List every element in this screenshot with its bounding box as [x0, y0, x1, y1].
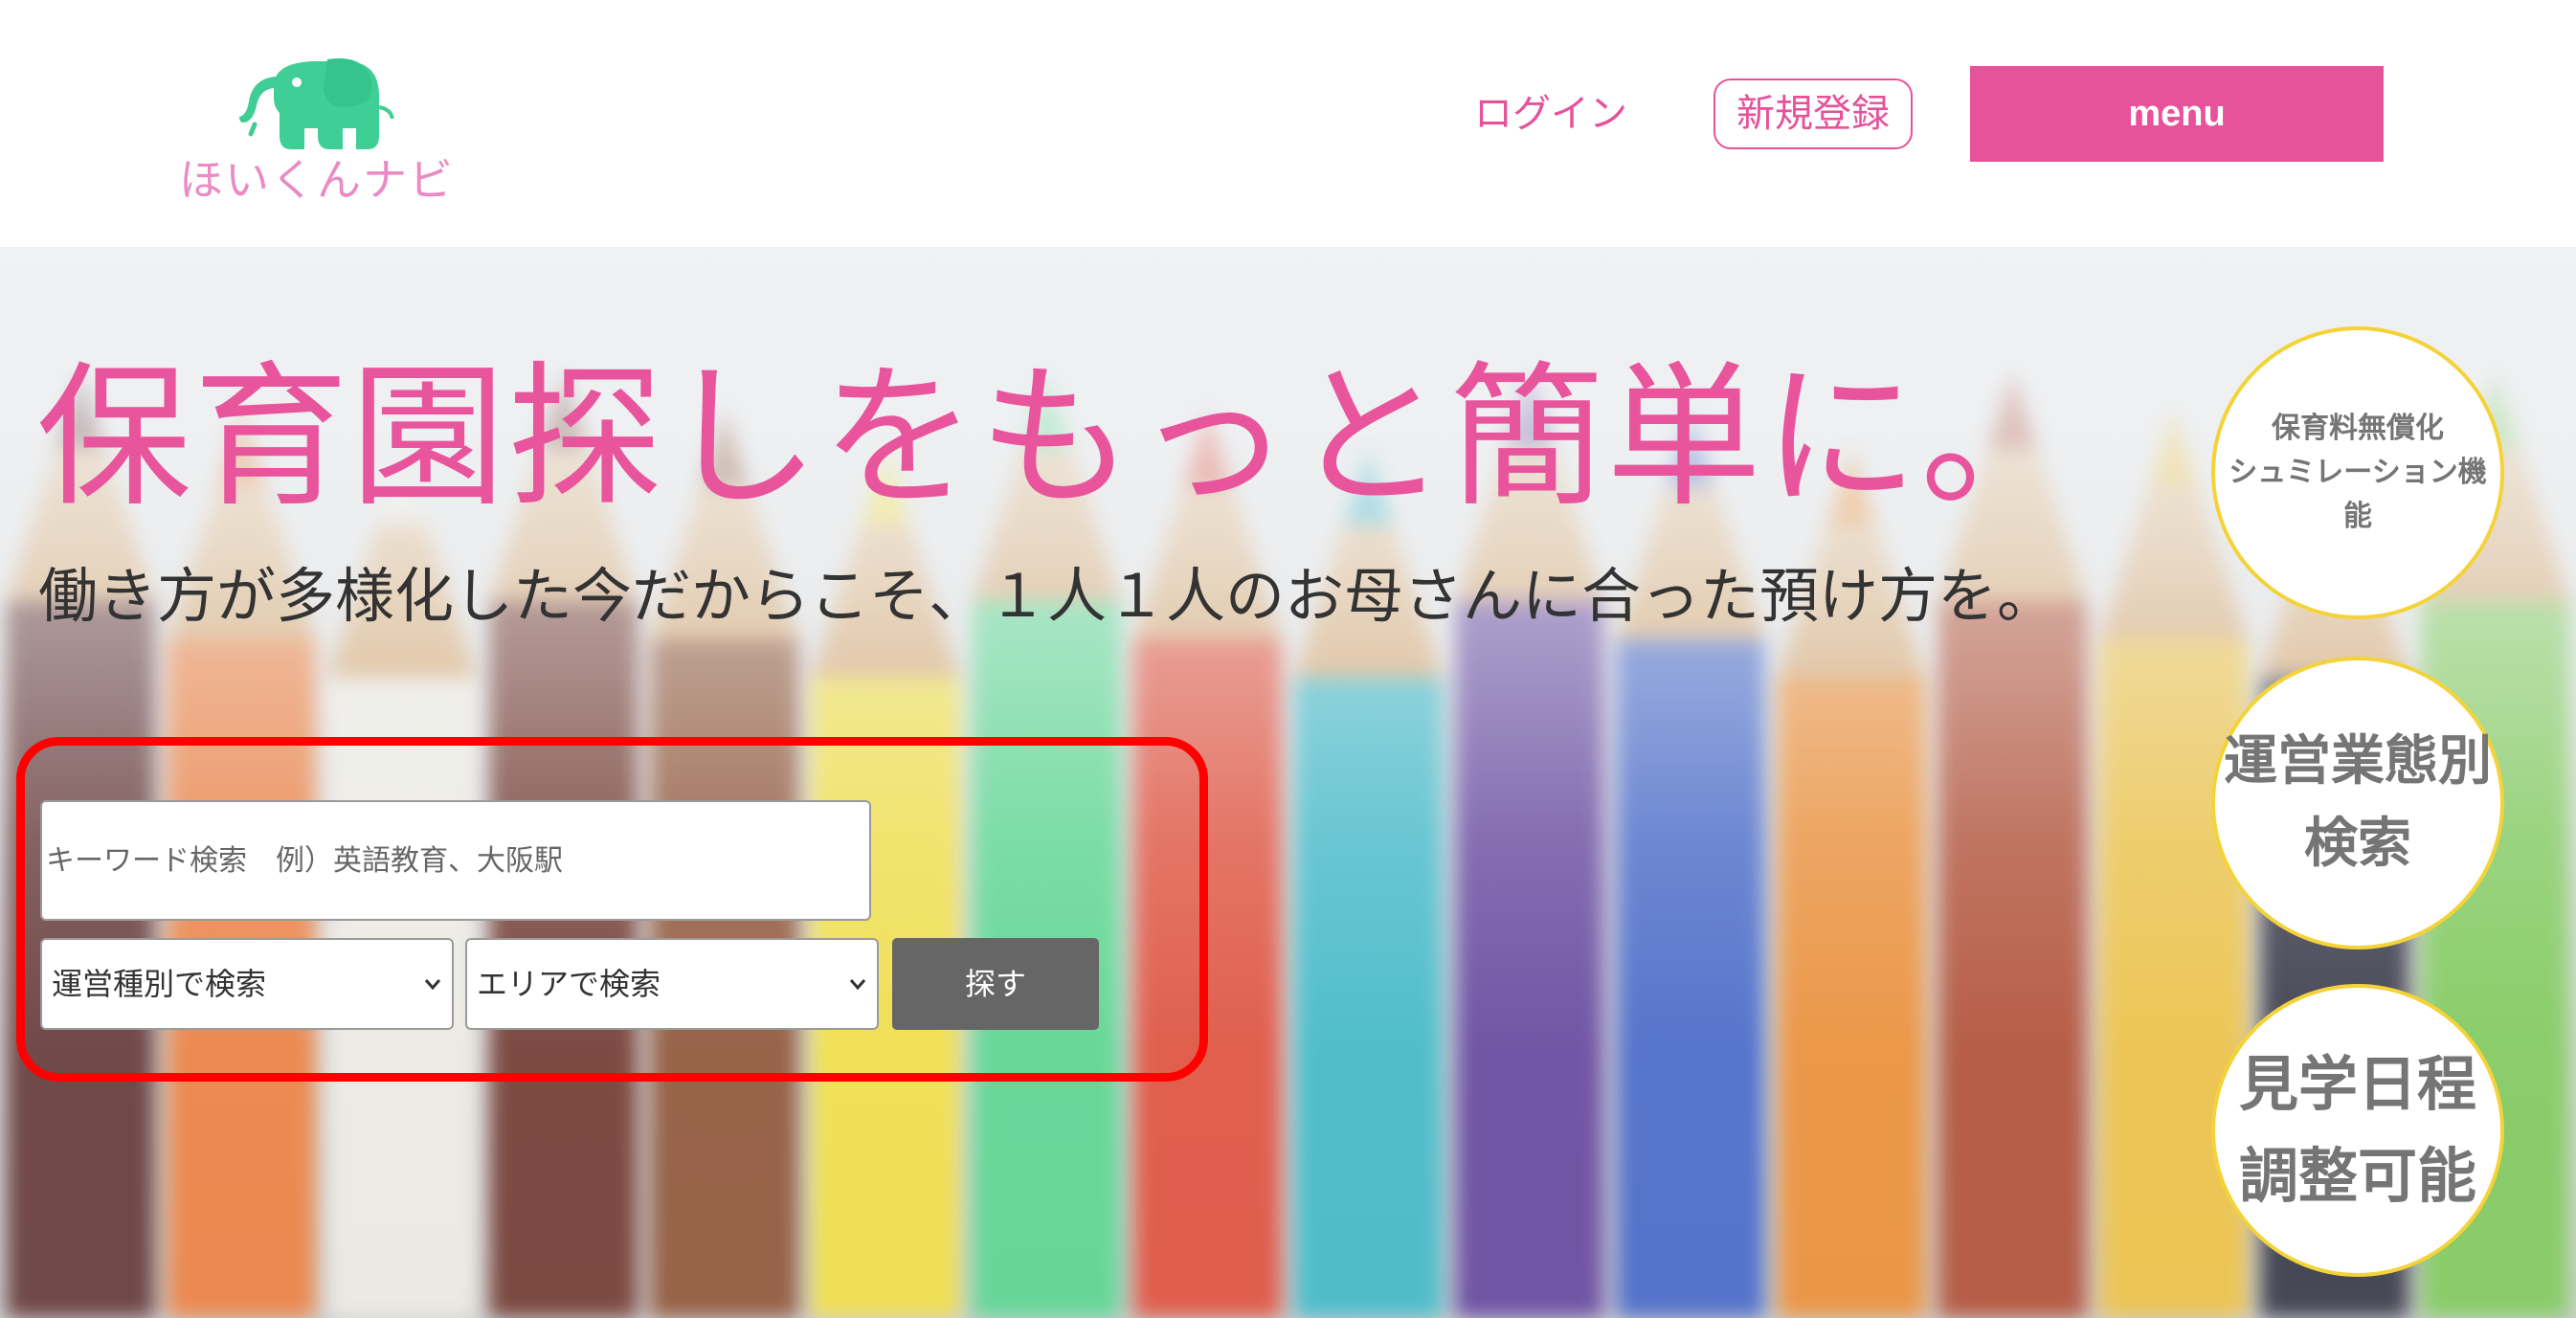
search-submit-button[interactable]: 探す: [892, 938, 1099, 1030]
site-logo[interactable]: ほいくんナビ: [178, 54, 456, 207]
feature-label: 見学日程 調整可能: [2238, 1049, 2476, 1211]
feature-operation-search[interactable]: 運営業態別 検索: [2211, 657, 2504, 949]
chevron-down-icon: [849, 979, 866, 991]
feature-label: 保育料無償化 シュミレーション機能: [2229, 412, 2487, 533]
elephant-icon: [239, 58, 394, 149]
login-link[interactable]: ログイン: [1465, 78, 1637, 149]
hero-headline: 保育園探しをもっと簡単に。: [36, 348, 2077, 528]
register-button[interactable]: 新規登録: [1714, 78, 1913, 149]
feature-label: 運営業態別 検索: [2224, 730, 2492, 875]
chevron-down-icon: [424, 979, 441, 991]
area-select[interactable]: エリアで検索: [465, 938, 879, 1030]
feature-visit-schedule[interactable]: 見学日程 調整可能: [2211, 984, 2504, 1277]
hero-section: 保育園探しをもっと簡単に。 働き方が多様化した今だからこそ、１人１人のお母さんに…: [0, 247, 2576, 1318]
feature-fee-simulation[interactable]: 保育料無償化 シュミレーション機能: [2211, 326, 2504, 619]
operation-type-select[interactable]: 運営種別で検索: [40, 938, 454, 1030]
area-select-value: エリアで検索: [477, 966, 661, 1002]
operation-type-select-value: 運営種別で検索: [52, 966, 267, 1002]
site-header: ほいくんナビ ログイン 新規登録 menu: [0, 0, 2576, 247]
menu-button[interactable]: menu: [1970, 66, 2384, 162]
keyword-search-input[interactable]: [40, 800, 871, 921]
logo-text: ほいくんナビ: [179, 154, 455, 206]
hero-subline: 働き方が多様化した今だからこそ、１人１人のお母さんに合った預け方を。: [38, 561, 2057, 631]
